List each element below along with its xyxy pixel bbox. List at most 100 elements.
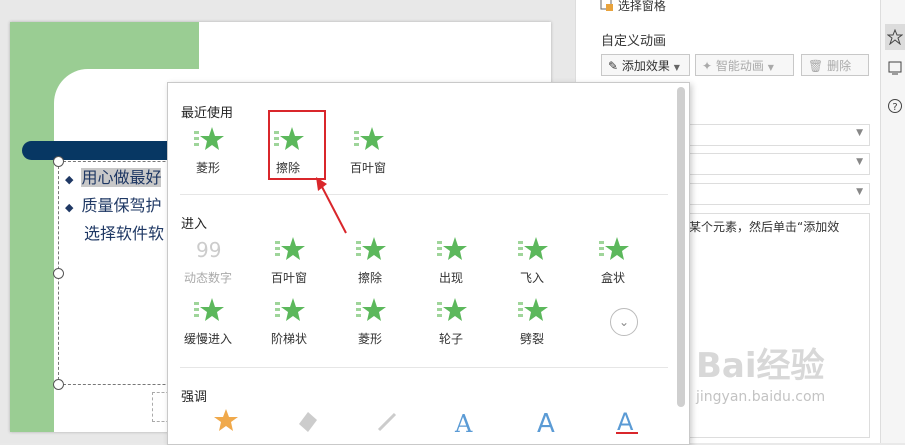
effect-label: 轮子 [438, 332, 463, 346]
highlight-box [268, 110, 326, 180]
emphasis-section-title: 强调 [181, 390, 208, 405]
effect-tile[interactable]: 缓慢进入 [168, 296, 248, 347]
slide-bullet-text: 用心做最好 [81, 168, 162, 187]
enter-section-title: 进入 [181, 217, 208, 232]
svg-text:A: A [537, 409, 555, 436]
pencil-icon: ✎ [608, 59, 619, 73]
smart-animation-button[interactable]: ✦ 智能动画 ▼ [695, 54, 794, 76]
svg-text:A: A [617, 408, 634, 436]
slide-bullet: 选择软件软 [65, 221, 164, 247]
effect-label: 盒状 [600, 271, 625, 285]
appear-effect-icon [437, 237, 467, 260]
effect-label: 菱形 [195, 161, 220, 175]
effect-tile[interactable]: 劈裂 [492, 296, 572, 347]
effect-tile[interactable]: 百叶窗 [249, 235, 329, 286]
diamond-effect-icon [194, 127, 224, 150]
effect-tile[interactable]: 阶梯状 [249, 296, 329, 347]
effect-tile[interactable]: 轮子 [411, 296, 491, 347]
chevron-down-icon: ▼ [767, 63, 774, 72]
section-divider [180, 367, 668, 368]
crawl-in-effect-icon [194, 298, 224, 321]
section-divider [180, 194, 668, 195]
effect-tile[interactable]: 飞入 [492, 235, 572, 286]
recent-effects: 菱形 擦除 百叶窗 [183, 125, 503, 180]
chevron-down-icon: ⌄ [618, 315, 630, 329]
recent-section-title: 最近使用 [181, 106, 234, 121]
slide-transition-rail-button[interactable] [887, 60, 903, 79]
transition-icon [888, 61, 902, 75]
effect-label: 缓慢进入 [183, 332, 232, 346]
watermark-brand: Bai经验 [696, 346, 825, 386]
underline-icon[interactable]: A [613, 406, 643, 436]
slide-bullet-text: 选择软件软 [84, 224, 165, 243]
watermark-url: jingyan.baidu.com [696, 389, 826, 405]
resize-handle[interactable] [53, 268, 64, 279]
effect-label: 动态数字 [183, 271, 232, 285]
effect-tile[interactable]: 盒状 [573, 235, 653, 286]
font-color-icon[interactable]: A [533, 406, 563, 436]
grow-font-icon[interactable]: A [451, 406, 481, 436]
fly-in-effect-icon [518, 237, 548, 260]
fill-color-icon[interactable] [293, 406, 323, 436]
start-dropdown[interactable]: ▼ [686, 124, 870, 146]
slide-bullet: ◆ 用心做最好 [65, 168, 162, 187]
help-icon: ? [888, 99, 902, 113]
effect-label: 擦除 [357, 271, 382, 285]
animation-hint: 某个元素，然后单击“添加效 [689, 220, 840, 234]
slide-bullet-text: 质量保驾护 [81, 196, 162, 215]
effect-label: 阶梯状 [270, 332, 307, 346]
svg-text:99: 99 [196, 238, 221, 262]
speed-dropdown[interactable]: ▼ [686, 183, 870, 205]
effect-label: 百叶窗 [270, 271, 307, 285]
add-effect-popup: 最近使用 菱形 擦除 百叶窗 进入 99 动态数字 百叶窗 擦除 出现 飞入 盒状 缓慢进入 阶梯状… [167, 82, 690, 445]
wheel-effect-icon [437, 298, 467, 321]
blinds-effect-icon [275, 237, 305, 260]
svg-text:?: ? [892, 102, 897, 113]
smart-animation-icon: ✦ [702, 59, 713, 73]
property-dropdown[interactable]: ▼ [686, 153, 870, 175]
effect-tile[interactable]: 菱形 [168, 125, 248, 176]
trash-icon: 🗑 [808, 59, 824, 73]
effect-label: 菱形 [357, 332, 382, 346]
watermark: Bai经验 jingyan.baidu.com [696, 338, 896, 438]
selection-pane-icon [600, 0, 613, 11]
chevron-down-icon: ▼ [856, 187, 863, 197]
effect-tile[interactable]: 擦除 [330, 235, 410, 286]
effect-tile[interactable]: 99 动态数字 [168, 235, 248, 286]
effect-tile[interactable]: 百叶窗 [328, 125, 408, 176]
delete-label: 删除 [827, 59, 852, 73]
animation-star-icon [886, 28, 904, 46]
selection-pane-link[interactable]: 选择窗格 [600, 0, 666, 14]
resize-handle[interactable] [53, 379, 64, 390]
box-effect-icon [599, 237, 629, 260]
wipe-effect-icon [356, 237, 386, 260]
help-rail-button[interactable]: ? [887, 98, 903, 117]
animation-rail-button[interactable] [885, 24, 905, 50]
annotation-arrow-icon [316, 177, 347, 234]
add-effect-label: 添加效果 [621, 59, 670, 73]
emphasis-effects: A A A [183, 406, 673, 444]
chevron-down-icon: ▼ [856, 157, 863, 167]
effect-tile[interactable]: 菱形 [330, 296, 410, 347]
slide-bullet: ◆ 质量保驾护 [65, 196, 162, 215]
effect-label: 百叶窗 [349, 161, 386, 175]
effect-tile[interactable]: 出现 [411, 235, 491, 286]
spin-star-icon[interactable] [211, 406, 241, 436]
chevron-down-icon: ▼ [673, 63, 680, 72]
effect-label: 劈裂 [519, 332, 544, 346]
effect-label: 飞入 [519, 271, 544, 285]
resize-handle[interactable] [53, 156, 64, 167]
pane-title: 自定义动画 [601, 34, 667, 49]
add-effect-button[interactable]: ✎ 添加效果 ▼ [601, 54, 690, 76]
popup-scrollbar[interactable] [677, 87, 685, 407]
split-effect-icon [518, 298, 548, 321]
expand-more-button[interactable]: ⌄ [610, 308, 638, 336]
selection-pane-label: 选择窗格 [617, 0, 666, 13]
diamond-effect-icon [356, 298, 386, 321]
enter-effects: 99 动态数字 百叶窗 擦除 出现 飞入 盒状缓慢进入 阶梯状 菱形 轮子 劈裂 [183, 235, 673, 360]
chevron-down-icon: ▼ [856, 128, 863, 138]
line-color-icon[interactable] [373, 406, 403, 436]
smart-animation-label: 智能动画 [715, 59, 764, 73]
delete-button[interactable]: 🗑 删除 [801, 54, 869, 76]
blinds-effect-icon [354, 127, 384, 150]
